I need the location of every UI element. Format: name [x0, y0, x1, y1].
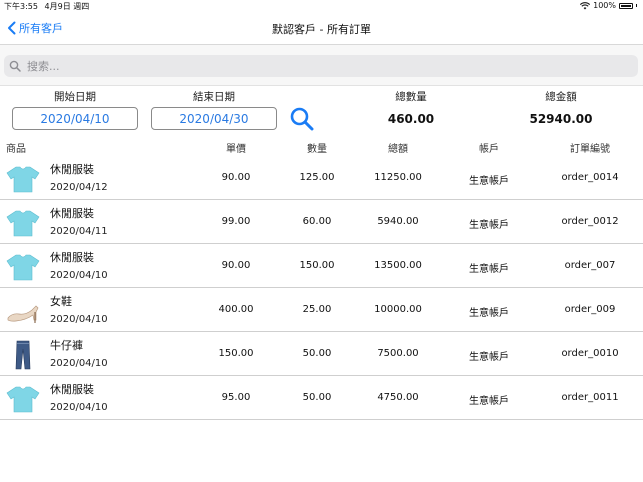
start-date-value: 2020/04/10	[40, 111, 110, 126]
order-date: 2020/04/10	[50, 402, 108, 413]
product-name: 女鞋	[50, 295, 72, 308]
account-cell: 生意帳戶	[469, 352, 509, 363]
tshirt-icon	[6, 208, 40, 238]
total-amount-cell: 7500.00	[377, 348, 419, 359]
table-row[interactable]: 牛仔褲 2020/04/10 150.00 50.00 7500.00 生意帳戶 order…	[0, 332, 643, 376]
search-bar-container	[0, 45, 643, 86]
table-row[interactable]: 休閒服裝 2020/04/12 90.00 125.00 11250.00 生意帳戶 ord…	[0, 156, 643, 200]
total-amount-cell: 5940.00	[377, 216, 419, 227]
quantity-cell: 25.00	[302, 304, 332, 315]
unit-price-cell: 90.00	[221, 260, 251, 271]
search-box[interactable]	[4, 55, 638, 77]
total-amount-cell: 13500.00	[374, 260, 422, 271]
total-quantity-value: 460.00	[387, 112, 435, 126]
quantity-cell: 50.00	[302, 392, 332, 403]
order-number-cell: order_0011	[561, 392, 619, 403]
product-name: 牛仔褲	[50, 339, 83, 352]
unit-price-cell: 90.00	[221, 172, 251, 183]
total-quantity-label: 總數量	[395, 91, 427, 103]
tshirt-icon	[6, 164, 40, 194]
wifi-icon	[580, 1, 591, 9]
order-number-cell: order_0014	[561, 172, 619, 183]
battery-percent: 100%	[593, 1, 616, 10]
table-row[interactable]: 女鞋 2020/04/10 400.00 25.00 10000.00 生意帳戶 order…	[0, 288, 643, 332]
column-header-quantity: 數量	[307, 144, 327, 155]
product-name: 休閒服裝	[50, 207, 94, 220]
battery-cap	[636, 4, 637, 7]
status-time-date: 下午3:55 4月9日 週四	[4, 1, 89, 12]
search-input[interactable]	[25, 58, 609, 74]
status-date: 4月9日 週四	[44, 2, 90, 11]
order-date: 2020/04/10	[50, 314, 108, 325]
total-amount-value: 52940.00	[529, 112, 593, 126]
product-name: 休閒服裝	[50, 251, 94, 264]
column-header-account: 帳戶	[479, 144, 499, 155]
column-header-order-number: 訂單編號	[570, 144, 610, 155]
quantity-cell: 125.00	[299, 172, 335, 183]
battery-icon	[619, 2, 633, 9]
total-amount-cell: 10000.00	[374, 304, 422, 315]
status-indicators: 100%	[580, 1, 637, 10]
query-search-button[interactable]	[289, 106, 315, 132]
total-amount-label: 總金額	[545, 91, 577, 103]
order-number-cell: order_0010	[561, 348, 619, 359]
account-cell: 生意帳戶	[469, 176, 509, 187]
search-icon	[9, 60, 21, 72]
column-header-unit-price: 單價	[226, 144, 246, 155]
order-date: 2020/04/10	[50, 358, 108, 369]
navigation-bar: 所有客戶 默認客戶 - 所有訂單	[0, 12, 643, 45]
start-date-label: 開始日期	[54, 91, 96, 103]
end-date-field[interactable]: 2020/04/30	[151, 107, 277, 130]
quantity-cell: 150.00	[299, 260, 335, 271]
order-date: 2020/04/11	[50, 226, 108, 237]
order-number-cell: order_009	[564, 304, 616, 315]
total-amount-cell: 11250.00	[374, 172, 422, 183]
start-date-field[interactable]: 2020/04/10	[12, 107, 138, 130]
quantity-cell: 60.00	[302, 216, 332, 227]
account-cell: 生意帳戶	[469, 308, 509, 319]
table-row[interactable]: 休閒服裝 2020/04/10 90.00 150.00 13500.00 生意帳戶 ord…	[0, 244, 643, 288]
order-date: 2020/04/10	[50, 270, 108, 281]
order-date: 2020/04/12	[50, 182, 108, 193]
end-date-label: 結束日期	[193, 91, 235, 103]
account-cell: 生意帳戶	[469, 396, 509, 407]
total-amount-cell: 4750.00	[377, 392, 419, 403]
account-cell: 生意帳戶	[469, 264, 509, 275]
jeans-icon	[6, 340, 40, 370]
quantity-cell: 50.00	[302, 348, 332, 359]
unit-price-cell: 99.00	[221, 216, 251, 227]
page-title: 默認客戶 - 所有訂單	[272, 23, 371, 36]
high-heel-shoe-icon	[6, 296, 40, 326]
order-number-cell: order_007	[564, 260, 616, 271]
order-number-cell: order_0012	[561, 216, 619, 227]
product-name: 休閒服裝	[50, 163, 94, 176]
status-time: 下午3:55	[4, 2, 38, 11]
unit-price-cell: 150.00	[218, 348, 254, 359]
account-cell: 生意帳戶	[469, 220, 509, 231]
status-bar: 下午3:55 4月9日 週四 100%	[0, 0, 643, 12]
unit-price-cell: 400.00	[218, 304, 254, 315]
column-header-total: 總額	[388, 144, 408, 155]
end-date-value: 2020/04/30	[179, 111, 249, 126]
tshirt-icon	[6, 384, 40, 414]
unit-price-cell: 95.00	[221, 392, 251, 403]
tshirt-icon	[6, 252, 40, 282]
table-row[interactable]: 休閒服裝 2020/04/10 95.00 50.00 4750.00 生意帳戶 order…	[0, 376, 643, 420]
product-name: 休閒服裝	[50, 383, 94, 396]
table-row[interactable]: 休閒服裝 2020/04/11 99.00 60.00 5940.00 生意帳戶 order…	[0, 200, 643, 244]
column-header-product: 商品	[6, 144, 26, 155]
